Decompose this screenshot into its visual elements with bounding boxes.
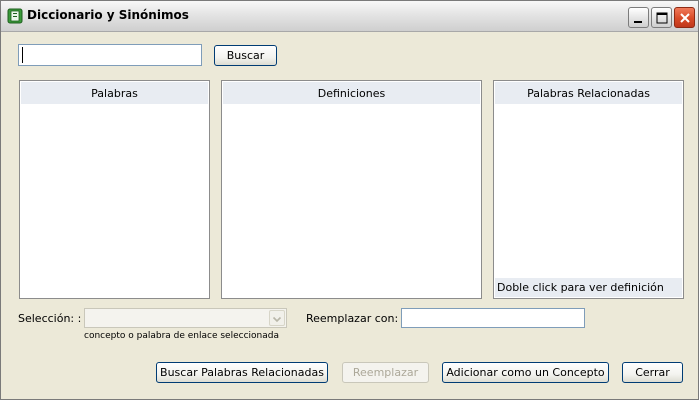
minimize-button[interactable]: [628, 7, 649, 28]
find-related-words-button[interactable]: Buscar Palabras Relacionadas: [156, 362, 328, 383]
selection-label: Selección: :: [18, 312, 82, 325]
dictionary-window: Diccionario y Sinónimos Buscar Palabras: [0, 0, 699, 400]
close-icon: [680, 13, 690, 23]
related-words-hint: Doble click para ver definición: [495, 278, 682, 297]
client-area: Buscar Palabras Definiciones Palabras Re…: [1, 32, 698, 399]
search-input[interactable]: [18, 44, 202, 66]
minimize-icon: [634, 21, 642, 23]
replace-input[interactable]: [401, 308, 585, 328]
close-button[interactable]: Cerrar: [622, 362, 683, 383]
add-concept-button[interactable]: Adicionar como un Concepto: [442, 362, 609, 383]
window-title: Diccionario y Sinónimos: [27, 8, 189, 22]
definitions-header: Definiciones: [223, 82, 480, 104]
selection-dropdown-button[interactable]: [269, 310, 285, 326]
maximize-icon: [656, 12, 668, 24]
replace-label: Reemplazar con:: [306, 312, 399, 325]
book-app-icon: [7, 8, 23, 24]
text-caret: [22, 47, 23, 63]
selection-combobox[interactable]: [84, 308, 287, 328]
close-window-button[interactable]: [674, 7, 695, 28]
chevron-down-icon: [272, 316, 282, 323]
title-bar[interactable]: Diccionario y Sinónimos: [1, 1, 698, 32]
related-words-header: Palabras Relacionadas: [495, 82, 682, 104]
replace-button[interactable]: Reemplazar: [342, 362, 429, 383]
words-panel[interactable]: Palabras: [19, 80, 210, 299]
search-button[interactable]: Buscar: [214, 45, 277, 66]
words-header: Palabras: [21, 82, 208, 104]
related-words-panel[interactable]: Palabras Relacionadas Doble click para v…: [493, 80, 684, 299]
selection-hint: concepto o palabra de enlace seleccionad…: [84, 331, 279, 341]
maximize-button[interactable]: [651, 7, 672, 28]
definitions-panel[interactable]: Definiciones: [221, 80, 482, 299]
